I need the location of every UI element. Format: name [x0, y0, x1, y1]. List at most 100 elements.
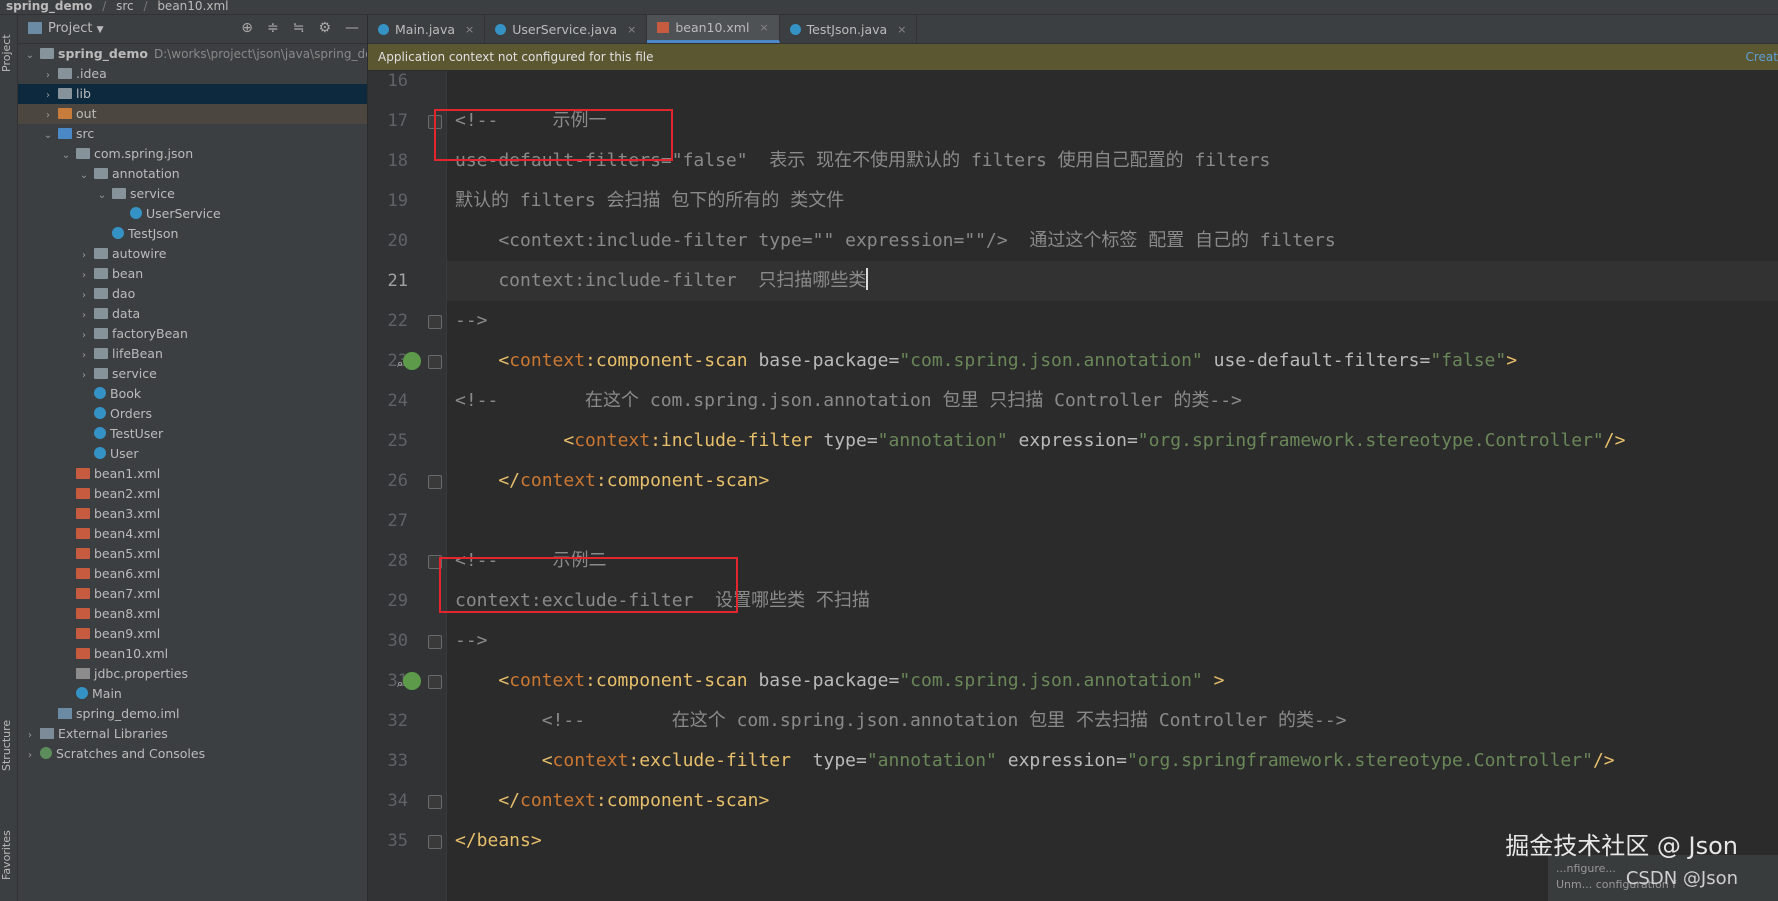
tree-item[interactable]: bean3.xml: [18, 504, 367, 524]
locate-icon[interactable]: ⊕: [241, 20, 253, 36]
chevron-down-icon[interactable]: ⌄: [60, 146, 72, 166]
tree-item[interactable]: bean2.xml: [18, 484, 367, 504]
tree-item[interactable]: › service: [18, 364, 367, 384]
tree-item[interactable]: bean4.xml: [18, 524, 367, 544]
favorites-tool-tab[interactable]: Favorites: [0, 815, 17, 895]
tree-item[interactable]: bean1.xml: [18, 464, 367, 484]
tree-item[interactable]: bean10.xml: [18, 644, 367, 664]
close-icon[interactable]: ×: [759, 21, 768, 34]
tree-item[interactable]: bean8.xml: [18, 604, 367, 624]
fold-marker-icon[interactable]: [428, 635, 442, 649]
tree-item[interactable]: spring_demo.iml: [18, 704, 367, 724]
tree-item[interactable]: › out: [18, 104, 367, 124]
tree-item[interactable]: › External Libraries: [18, 724, 367, 744]
chevron-right-icon[interactable]: ›: [24, 746, 36, 766]
expand-all-icon[interactable]: ≑: [267, 20, 279, 36]
code-token: <!-- 在这个 com.spring.json.annotation 包里 只…: [455, 390, 1242, 411]
tree-item[interactable]: › data: [18, 304, 367, 324]
tree-item[interactable]: Book: [18, 384, 367, 404]
hide-icon[interactable]: —: [345, 20, 359, 36]
tree-item[interactable]: bean5.xml: [18, 544, 367, 564]
code-token: expression: [1007, 430, 1127, 451]
annotation-box-example-2: [439, 557, 738, 613]
chevron-right-icon[interactable]: ›: [42, 86, 54, 106]
create-context-link[interactable]: Creat: [1746, 44, 1778, 70]
tree-item[interactable]: User: [18, 444, 367, 464]
tree-item[interactable]: › lib: [18, 84, 367, 104]
fold-marker-icon[interactable]: [428, 835, 442, 849]
fold-marker-icon[interactable]: [428, 355, 442, 369]
chevron-right-icon[interactable]: ›: [42, 106, 54, 126]
tree-item-label: TestJson: [128, 226, 179, 241]
tree-item[interactable]: › factoryBean: [18, 324, 367, 344]
search-icon: ⌕: [397, 677, 404, 690]
structure-tool-tab[interactable]: Structure: [0, 705, 17, 785]
close-icon[interactable]: ×: [627, 23, 636, 36]
tree-item[interactable]: UserService: [18, 204, 367, 224]
close-icon[interactable]: ×: [897, 23, 906, 36]
chevron-right-icon[interactable]: ›: [42, 66, 54, 86]
project-view-selector[interactable]: Project ▼: [48, 21, 104, 36]
tree-item[interactable]: ⌄ annotation: [18, 164, 367, 184]
chevron-right-icon[interactable]: ›: [78, 326, 90, 346]
gear-icon[interactable]: ⚙: [318, 20, 331, 36]
spring-bean-icon[interactable]: ⌕: [397, 352, 421, 370]
code-editor[interactable]: <!-- 示例一 use-default-filters="false" 表示 现…: [447, 71, 1778, 901]
chevron-right-icon[interactable]: ›: [24, 726, 36, 746]
editor-tab[interactable]: bean10.xml ×: [647, 15, 780, 43]
tree-item[interactable]: › bean: [18, 264, 367, 284]
module-file-icon: [58, 708, 72, 719]
chevron-right-icon[interactable]: ›: [78, 366, 90, 386]
tree-item-label: bean8.xml: [94, 606, 161, 621]
fold-marker-icon[interactable]: [428, 315, 442, 329]
code-token: />: [1592, 750, 1615, 771]
chevron-right-icon[interactable]: ›: [78, 346, 90, 366]
package-icon: [94, 248, 108, 259]
chevron-down-icon[interactable]: ⌄: [78, 166, 90, 186]
editor-tab[interactable]: TestJson.java ×: [780, 15, 918, 43]
project-tool-tab[interactable]: Project: [0, 23, 17, 83]
tree-item[interactable]: Main: [18, 684, 367, 704]
chevron-right-icon[interactable]: ›: [78, 246, 90, 266]
tree-item[interactable]: › dao: [18, 284, 367, 304]
breadcrumb-folder[interactable]: src: [116, 0, 134, 12]
chevron-right-icon[interactable]: ›: [78, 286, 90, 306]
code-token: >: [1202, 670, 1225, 691]
tree-item[interactable]: ⌄ service: [18, 184, 367, 204]
fold-marker-icon[interactable]: [428, 475, 442, 489]
breadcrumb-file[interactable]: bean10.xml: [157, 0, 228, 12]
close-icon[interactable]: ×: [465, 23, 474, 36]
tree-item[interactable]: › Scratches and Consoles: [18, 744, 367, 764]
fold-marker-icon[interactable]: [428, 795, 442, 809]
fold-marker-icon[interactable]: [428, 675, 442, 689]
spring-bean-icon[interactable]: ⌕: [397, 672, 421, 690]
tree-item[interactable]: jdbc.properties: [18, 664, 367, 684]
tree-item[interactable]: TestUser: [18, 424, 367, 444]
chevron-down-icon[interactable]: ⌄: [42, 126, 54, 146]
package-icon: [94, 308, 108, 319]
xml-file-icon: [76, 628, 90, 639]
tree-item[interactable]: Orders: [18, 404, 367, 424]
tree-item[interactable]: ⌄ src: [18, 124, 367, 144]
tree-item[interactable]: bean6.xml: [18, 564, 367, 584]
chevron-down-icon[interactable]: ⌄: [24, 46, 36, 66]
tree-item[interactable]: › lifeBean: [18, 344, 367, 364]
editor-tab[interactable]: UserService.java ×: [485, 15, 648, 43]
tree-item[interactable]: TestJson: [18, 224, 367, 244]
tree-item[interactable]: bean7.xml: [18, 584, 367, 604]
tree-item[interactable]: › autowire: [18, 244, 367, 264]
editor-tab[interactable]: Main.java ×: [368, 15, 486, 43]
tree-item[interactable]: › .idea: [18, 64, 367, 84]
chevron-right-icon[interactable]: ›: [78, 266, 90, 286]
breadcrumb-project[interactable]: spring_demo: [6, 0, 92, 12]
chevron-down-icon[interactable]: ⌄: [96, 186, 108, 206]
package-icon: [94, 348, 108, 359]
code-token: <: [455, 350, 510, 371]
tree-item[interactable]: ⌄ com.spring.json: [18, 144, 367, 164]
code-token: =: [1126, 430, 1138, 451]
tree-item[interactable]: bean9.xml: [18, 624, 367, 644]
tree-item[interactable]: ⌄ spring_demo D:\works\project\json\java\s…: [18, 44, 367, 64]
tree-item-label: service: [112, 366, 157, 381]
collapse-all-icon[interactable]: ≒: [293, 20, 305, 36]
chevron-right-icon[interactable]: ›: [78, 306, 90, 326]
